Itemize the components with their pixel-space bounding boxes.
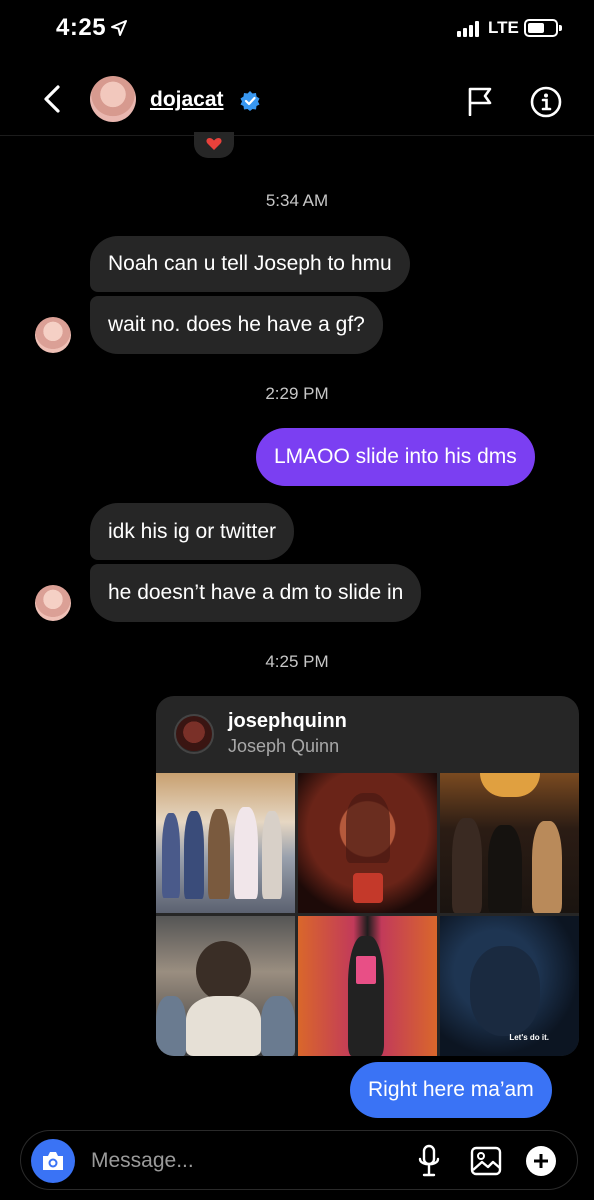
sent-message[interactable]: Right here ma’am <box>350 1062 552 1118</box>
shared-profile-name: Joseph Quinn <box>228 736 340 756</box>
status-bar: 4:25 LTE <box>0 0 594 60</box>
heart-reaction[interactable] <box>194 132 234 158</box>
network-label: LTE <box>488 18 519 37</box>
post-thumbnail[interactable] <box>298 773 437 913</box>
message-timestamp: 2:29 PM <box>265 384 329 403</box>
signal-icon <box>457 21 483 37</box>
battery-icon <box>524 19 562 37</box>
camera-icon <box>43 1152 63 1170</box>
chat-header: dojacat <box>0 62 594 136</box>
verified-badge-icon <box>240 91 260 111</box>
info-icon[interactable] <box>530 86 562 118</box>
message-text: he doesn’t have a dm to slide in <box>108 581 404 604</box>
profile-post-grid: Let's do it. <box>156 773 579 1056</box>
message-timestamp: 5:34 AM <box>265 191 329 210</box>
avatar[interactable] <box>90 76 136 122</box>
post-thumbnail[interactable] <box>156 773 295 913</box>
message-text: Noah can u tell Joseph to hmu <box>108 252 392 275</box>
username-link[interactable]: dojacat <box>150 88 224 112</box>
message-input[interactable] <box>91 1147 341 1175</box>
camera-button[interactable] <box>31 1139 75 1183</box>
post-thumbnail[interactable] <box>298 916 437 1056</box>
gallery-icon[interactable] <box>470 1146 502 1176</box>
post-caption-overlay: Let's do it. <box>509 1033 549 1042</box>
post-thumbnail[interactable] <box>440 773 579 913</box>
sent-message[interactable]: LMAOO slide into his dms <box>256 428 535 486</box>
sender-avatar[interactable] <box>35 585 71 621</box>
back-arrow-icon[interactable] <box>38 82 68 116</box>
shared-profile-card[interactable]: josephquinn Joseph Quinn Let's do it. <box>156 696 579 1056</box>
received-message[interactable]: wait no. does he have a gf? <box>90 296 383 354</box>
shared-profile-avatar[interactable] <box>174 714 214 754</box>
message-composer <box>20 1130 578 1190</box>
received-message[interactable]: idk his ig or twitter <box>90 503 295 560</box>
plus-icon[interactable] <box>526 1146 556 1176</box>
received-message[interactable]: Noah can u tell Joseph to hmu <box>90 236 410 292</box>
message-text: idk his ig or twitter <box>108 519 277 543</box>
message-text: LMAOO slide into his dms <box>274 445 517 468</box>
microphone-icon[interactable] <box>417 1144 441 1178</box>
message-timestamp: 4:25 PM <box>265 652 329 671</box>
shared-profile-handle[interactable]: josephquinn <box>228 710 347 733</box>
sender-avatar[interactable] <box>35 317 71 353</box>
received-message[interactable]: he doesn’t have a dm to slide in <box>90 564 422 622</box>
flag-icon[interactable] <box>466 86 494 116</box>
location-arrow-icon <box>111 20 127 36</box>
post-thumbnail[interactable] <box>156 916 295 1056</box>
message-text: Right here ma’am <box>368 1078 534 1101</box>
status-time: 4:25 <box>56 14 107 41</box>
post-thumbnail[interactable]: Let's do it. <box>440 916 579 1056</box>
message-text: wait no. does he have a gf? <box>108 313 365 336</box>
heart-icon <box>206 138 222 150</box>
